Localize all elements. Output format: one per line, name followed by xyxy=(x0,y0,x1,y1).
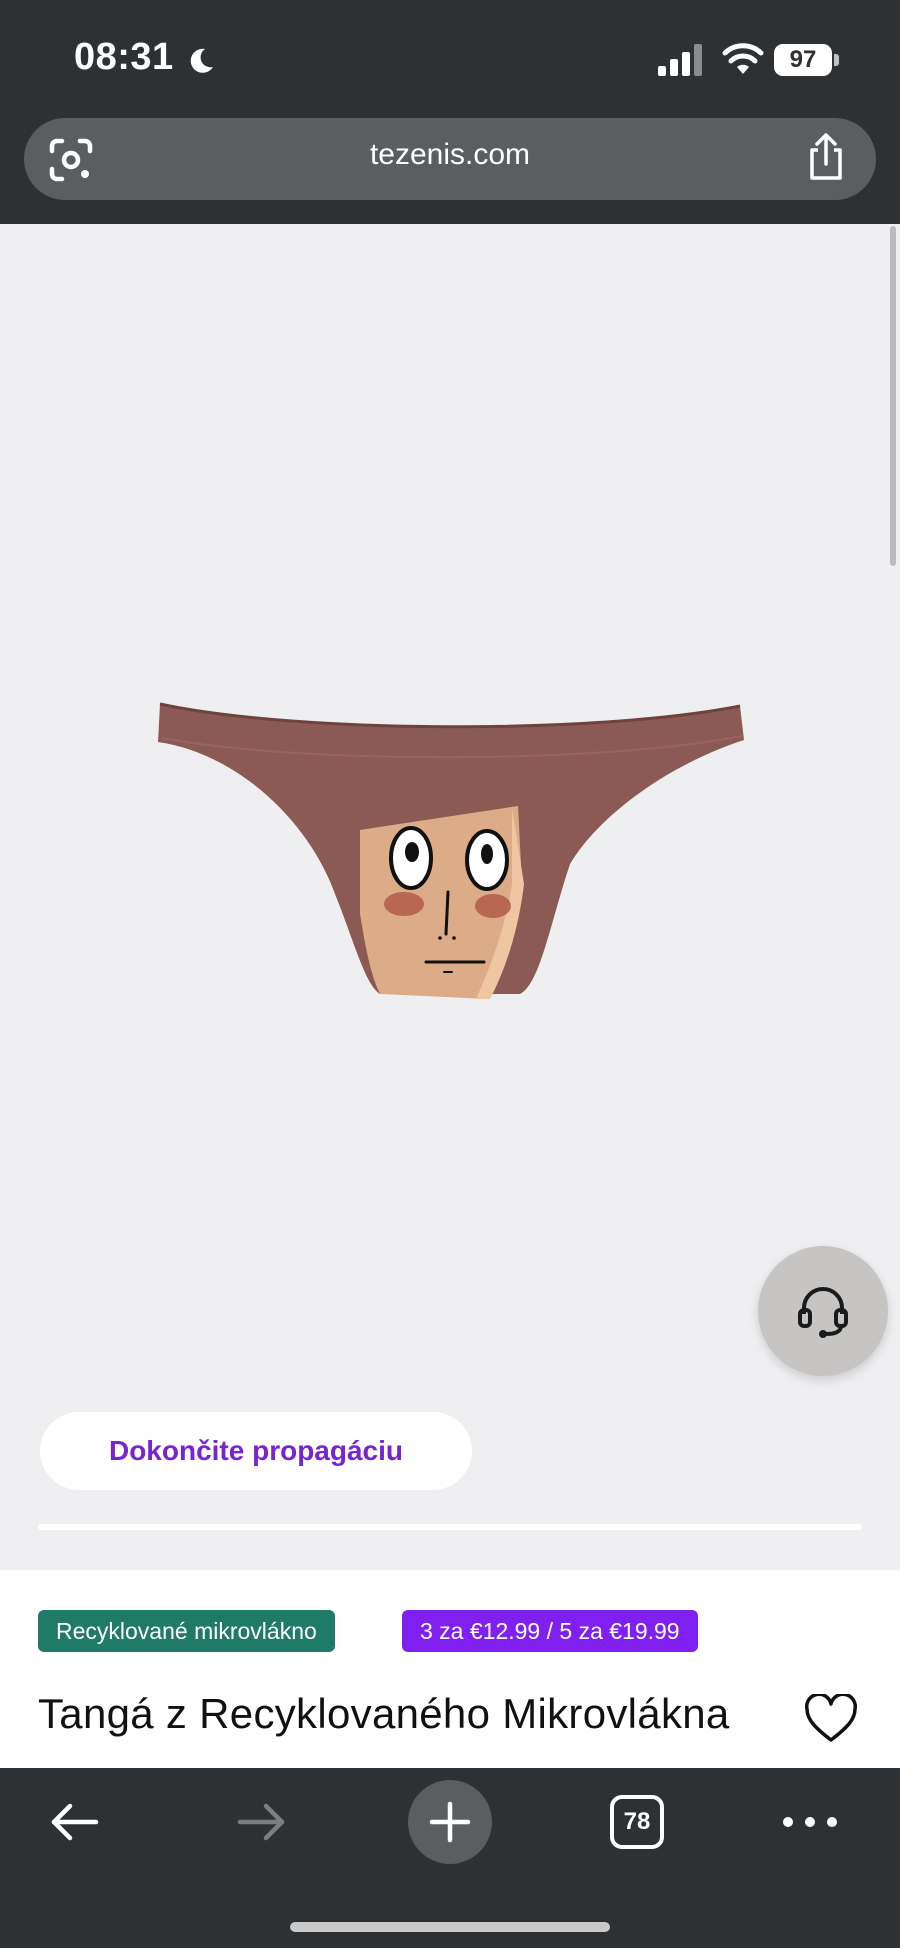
tabs-icon[interactable]: 78 xyxy=(610,1795,664,1849)
image-carousel-progress xyxy=(38,1524,862,1530)
back-arrow-icon[interactable] xyxy=(46,1794,102,1850)
address-bar[interactable]: tezenis.com xyxy=(24,118,876,200)
home-indicator[interactable] xyxy=(290,1922,610,1932)
browser-toolbar: 78 xyxy=(0,1768,900,1948)
google-lens-icon[interactable] xyxy=(48,137,94,183)
moon-icon xyxy=(190,48,213,73)
more-icon[interactable] xyxy=(780,1794,840,1850)
offer-badge: 3 za €12.99 / 5 za €19.99 xyxy=(402,1610,698,1652)
url-text[interactable]: tezenis.com xyxy=(24,138,876,172)
forward-arrow-icon[interactable] xyxy=(234,1794,290,1850)
battery-icon: 97 xyxy=(774,44,840,76)
heart-icon[interactable] xyxy=(804,1694,858,1744)
product-info: Recyklované mikrovlákno 3 za €12.99 / 5 … xyxy=(0,1570,900,1768)
customer-support-button[interactable] xyxy=(758,1246,888,1376)
product-page: Dokončite propagáciu Recyklované mikrovl… xyxy=(0,224,900,1768)
share-icon[interactable] xyxy=(804,132,848,182)
new-tab-button[interactable] xyxy=(408,1780,492,1864)
complete-promotion-button[interactable]: Dokončite propagáciu xyxy=(40,1412,472,1490)
product-title: Tangá z Recyklovaného Mikrovlákna xyxy=(38,1690,730,1737)
headset-icon xyxy=(798,1287,848,1338)
cellular-signal-icon xyxy=(658,44,702,76)
battery-tip xyxy=(834,54,839,66)
wifi-icon xyxy=(722,43,764,74)
plus-icon xyxy=(429,1801,471,1843)
status-time: 08:31 xyxy=(74,36,174,78)
material-badge: Recyklované mikrovlákno xyxy=(38,1610,335,1652)
product-image[interactable] xyxy=(150,694,750,1114)
battery-level: 97 xyxy=(774,44,832,76)
scrollbar[interactable] xyxy=(890,226,896,566)
status-bar: 08:31 97 xyxy=(0,0,900,118)
